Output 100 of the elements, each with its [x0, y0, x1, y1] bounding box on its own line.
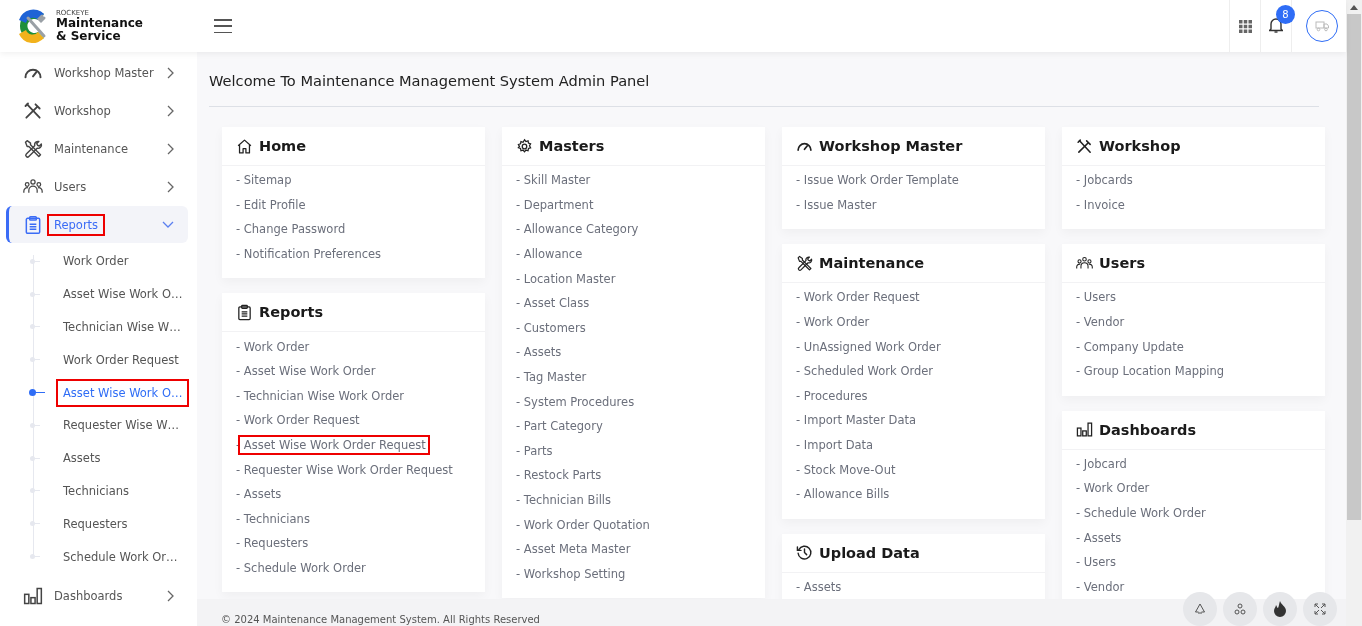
card-link[interactable]: - Tag Master	[512, 367, 591, 388]
chevron-right-icon	[167, 181, 174, 193]
card-link[interactable]: - Parts	[512, 440, 557, 461]
card-link[interactable]: - Requester Wise Work Order Request	[232, 459, 457, 480]
card-link[interactable]: - Department	[512, 194, 598, 215]
menu-button[interactable]	[214, 19, 232, 33]
apps-grid-icon[interactable]	[1238, 19, 1252, 33]
bar-chart-icon	[1076, 421, 1093, 439]
card-link[interactable]: - Users	[1072, 287, 1120, 308]
card-link[interactable]: - Assets	[792, 576, 846, 597]
card-link[interactable]: - Work Order	[792, 312, 874, 333]
card-link[interactable]: - Location Master	[512, 268, 620, 289]
card-link[interactable]: - Change Password	[232, 219, 350, 240]
card-link[interactable]: - Edit Profile	[232, 194, 310, 215]
card-link[interactable]: - Assets	[1072, 527, 1126, 548]
sidebar-item[interactable]: Dashboards	[6, 576, 188, 615]
card-link[interactable]: - Technician Bills	[512, 490, 616, 510]
card-title: Dashboards	[1099, 421, 1197, 438]
card-link[interactable]: - Asset Class	[512, 293, 594, 314]
sidebar-item-label: Reports	[47, 213, 106, 236]
sidebar-item[interactable]: Users	[6, 168, 188, 206]
card-link[interactable]: - Assets	[512, 342, 566, 363]
submenu-item[interactable]: Schedule Work Or…	[56, 542, 185, 571]
card-link[interactable]: - Technicians	[232, 508, 314, 529]
card-link[interactable]: - Jobcard	[1072, 453, 1131, 474]
sidebar-item-label: Workshop	[53, 103, 112, 120]
card-link[interactable]: - Sitemap	[232, 170, 296, 191]
sidebar-item[interactable]: Reports	[6, 206, 188, 243]
card-link[interactable]: - Technician Wise Work Order	[232, 385, 409, 406]
card-link[interactable]: - Requesters	[232, 533, 313, 554]
card-link[interactable]: - Asset Wise Work Order Request	[232, 435, 430, 456]
card-title: Users	[1099, 255, 1146, 272]
sidebar-item[interactable]: Maintenance	[6, 130, 188, 168]
page-title: Welcome To Maintenance Management System Admin Panel	[209, 72, 650, 89]
submenu-item[interactable]: Requester Wise W…	[56, 411, 187, 440]
card-link[interactable]: - Company Update	[1072, 336, 1188, 357]
card-link[interactable]: - Skill Master	[512, 170, 595, 191]
card-title: Reports	[259, 304, 324, 321]
sidebar-item[interactable]: Workshop	[6, 92, 188, 130]
card-link[interactable]: - Work Order	[1072, 478, 1154, 499]
card-link[interactable]: - Allowance Bills	[792, 484, 894, 505]
submenu-item[interactable]: Assets	[56, 444, 108, 473]
card-link[interactable]: - Schedule Work Order	[232, 558, 370, 578]
notifications-button[interactable]	[1269, 16, 1283, 36]
recycle-icon	[1194, 603, 1206, 615]
card-title: Workshop	[1099, 138, 1181, 154]
card-link[interactable]: - Import Master Data	[792, 410, 920, 431]
flame-icon	[1273, 601, 1287, 617]
card-link[interactable]: - Asset Meta Master	[512, 539, 635, 560]
sidebar-item-label: Dashboards	[53, 587, 124, 605]
card-link[interactable]: - Issue Work Order Template	[792, 170, 963, 191]
card-link[interactable]: - Work Order Request	[232, 410, 364, 431]
card-link[interactable]: - Vendor	[1072, 312, 1129, 333]
card-link[interactable]: - Part Category	[512, 416, 607, 437]
expand-icon	[1314, 603, 1326, 615]
submenu-item[interactable]: Technicians	[56, 476, 137, 505]
wrench-screwdriver-icon	[23, 139, 43, 159]
card-link[interactable]: - UnAssigned Work Order	[792, 336, 945, 357]
card-link[interactable]: - Assets	[232, 484, 286, 505]
wrench-screwdriver-icon	[796, 254, 813, 272]
submenu-item[interactable]: Asset Wise Work O…	[56, 280, 190, 309]
footer-text: © 2024 Maintenance Management System. All Rights Reserved	[221, 614, 540, 625]
card-link[interactable]: - Vendor	[1072, 576, 1129, 597]
card-link[interactable]: - Customers	[512, 317, 590, 338]
card-link[interactable]: - Invoice	[1072, 194, 1129, 215]
notification-badge: 8	[1276, 5, 1295, 24]
card-link[interactable]: - Allowance	[512, 244, 587, 265]
card-link[interactable]: - Issue Master	[792, 194, 881, 215]
card-link[interactable]: - Group Location Mapping	[1072, 361, 1229, 382]
card-link[interactable]: - Asset Wise Work Order	[232, 361, 380, 382]
card-link[interactable]: - Notification Preferences	[232, 244, 386, 265]
sidebar-item[interactable]: Workshop Master	[6, 54, 188, 92]
bell-icon	[1269, 16, 1283, 33]
brand-name: & Service	[56, 29, 122, 43]
card-link[interactable]: - Schedule Work Order	[1072, 503, 1210, 524]
avatar[interactable]	[1306, 10, 1338, 42]
sidebar-item-label: Users	[53, 179, 88, 196]
chevron-right-icon	[167, 589, 174, 602]
scrollbar-thumb[interactable]	[1347, 14, 1361, 520]
submenu-item[interactable]: Work Order	[56, 247, 136, 276]
card-link[interactable]: - Work Order	[232, 336, 314, 357]
card-link[interactable]: - Import Data	[792, 435, 878, 456]
submenu-item[interactable]: Requesters	[56, 509, 135, 538]
submenu-item[interactable]: Asset Wise Work O…	[56, 378, 190, 407]
card-link[interactable]: - Stock Move-Out	[792, 459, 900, 480]
submenu-item[interactable]: Work Order Request	[56, 345, 186, 374]
card-link[interactable]: - Jobcards	[1072, 170, 1137, 191]
card-link[interactable]: - Users	[1072, 552, 1120, 573]
card-link[interactable]: - Restock Parts	[512, 465, 606, 486]
card-link[interactable]: - Workshop Setting	[512, 563, 630, 584]
card-link[interactable]: - Work Order Quotation	[512, 514, 654, 535]
submenu-item[interactable]: Technician Wise W…	[56, 313, 188, 341]
card-link[interactable]: - System Procedures	[512, 391, 639, 412]
card-link[interactable]: - Work Order Request	[792, 287, 924, 308]
tools-icon	[1076, 137, 1093, 155]
card-link[interactable]: - Scheduled Work Order	[792, 361, 938, 382]
card-link[interactable]: - Procedures	[792, 385, 872, 406]
card-link[interactable]: - Allowance Category	[512, 219, 643, 240]
card-title: Maintenance	[819, 255, 925, 272]
scroll-up-icon[interactable]	[1350, 4, 1358, 10]
